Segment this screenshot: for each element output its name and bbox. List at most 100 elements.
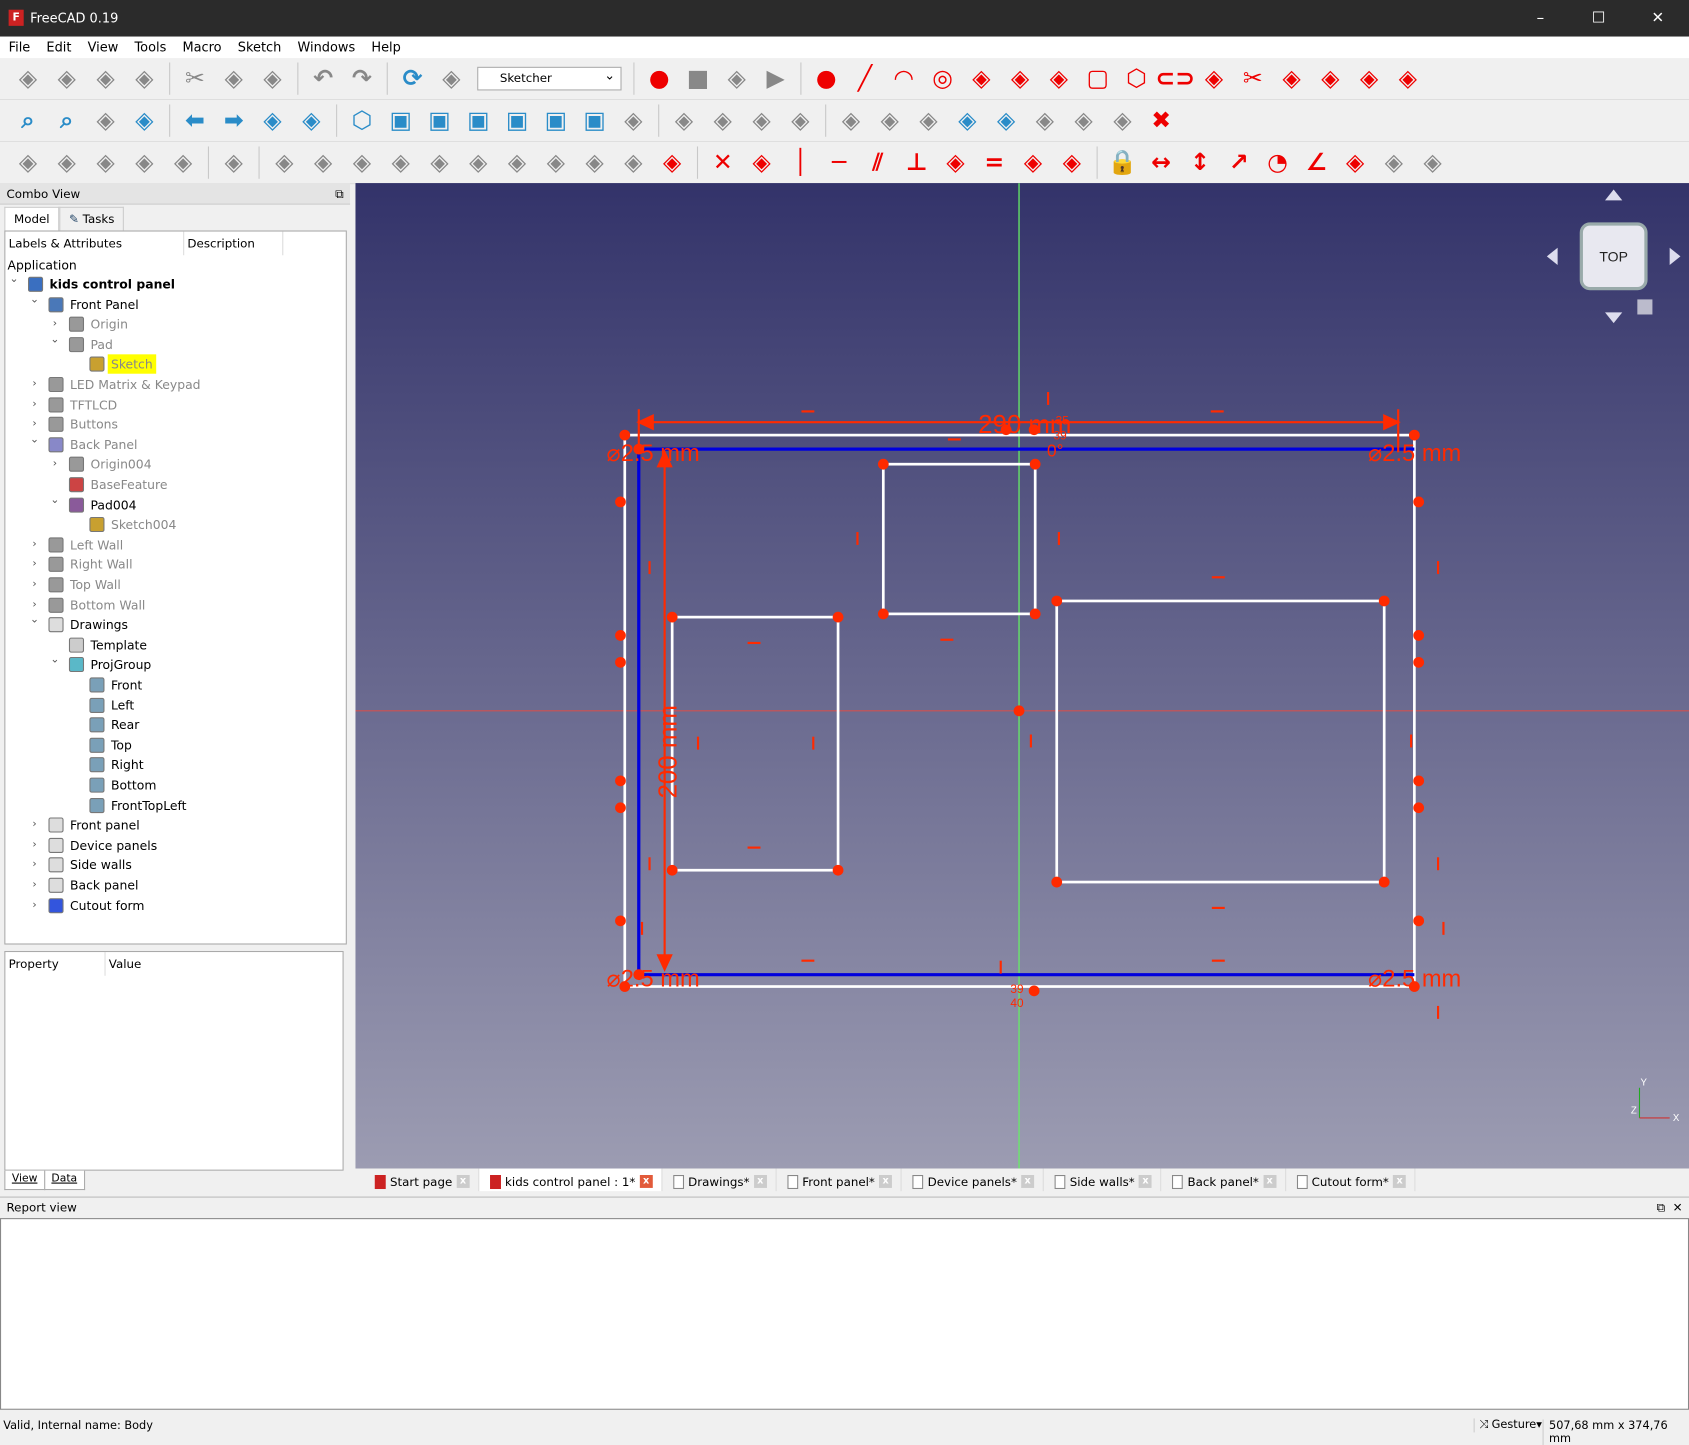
edit-macro-button[interactable]: ◈ [720, 61, 754, 95]
new-sketch-button[interactable]: ◈ [834, 103, 868, 137]
chevron-right-icon[interactable]: › [28, 876, 41, 895]
bottom-view-button[interactable]: ▣ [539, 103, 573, 137]
tab-close-icon[interactable]: x [456, 1175, 470, 1188]
menu-windows[interactable]: Windows [289, 37, 363, 55]
chevron-right-icon[interactable]: › [28, 375, 41, 394]
sketch-slot-button[interactable]: ⊂⊃ [1155, 61, 1195, 95]
close-button[interactable]: ✕ [1633, 6, 1683, 30]
constrain-distance-button[interactable]: ↗ [1222, 145, 1256, 179]
tab-tasks[interactable]: ✎ Tasks [59, 206, 125, 231]
model-tree[interactable]: Labels & Attributes Description Applicat… [4, 230, 347, 945]
tab-close-icon[interactable]: x [639, 1175, 653, 1188]
map-sketch-button[interactable]: ◈ [873, 103, 907, 137]
tree-item[interactable]: › Front panel [5, 815, 339, 834]
tree-item[interactable]: › Left Wall [5, 535, 339, 554]
chevron-right-icon[interactable]: › [28, 395, 41, 414]
document-tab[interactable]: Drawings* x [662, 1168, 777, 1192]
document-tab[interactable]: kids control panel : 1* x [479, 1168, 663, 1192]
rectangular-array-button[interactable]: ◈ [616, 145, 650, 179]
document-tab[interactable]: Cutout form* x [1286, 1168, 1416, 1192]
document-tab[interactable]: Back panel* x [1162, 1168, 1286, 1192]
column-value[interactable]: Value [106, 952, 192, 976]
tree-item[interactable]: ⌄ kids control panel [5, 274, 339, 294]
constrain-h-distance-button[interactable]: ↔ [1144, 145, 1178, 179]
sketch-canvas[interactable]: 290 mm 200 mm ⌀2.5 mm ⌀2.5 mm ⌀2.5 mm ⌀2… [355, 183, 1689, 1169]
select-redundant-button[interactable]: ◈ [306, 145, 340, 179]
redo-button[interactable]: ↷ [345, 61, 379, 95]
constrain-perpendicular-button[interactable]: ⊥ [899, 145, 933, 179]
right-view-button[interactable]: ▣ [461, 103, 495, 137]
save-file-button[interactable]: ◈ [88, 61, 122, 95]
column-property[interactable]: Property [5, 952, 106, 976]
fit-all-button[interactable]: ⌕ [11, 103, 45, 137]
select-conflicting-button[interactable]: ◈ [166, 145, 200, 179]
tree-item[interactable]: › Side walls [5, 856, 339, 875]
3d-viewport[interactable]: 290 mm 200 mm ⌀2.5 mm ⌀2.5 mm ⌀2.5 mm ⌀2… [355, 183, 1689, 1169]
menu-tools[interactable]: Tools [126, 37, 174, 55]
sketch-conic-button[interactable]: ◈ [964, 61, 998, 95]
whats-this-button[interactable]: ◈ [434, 61, 468, 95]
draw-style-button[interactable]: ◈ [88, 103, 122, 137]
chevron-down-icon[interactable]: ⌄ [48, 330, 61, 349]
tree-item[interactable]: ⌄ Front Panel [5, 294, 339, 314]
show-hide-geometry-button[interactable]: ◈ [11, 145, 45, 179]
chevron-right-icon[interactable]: › [28, 575, 41, 594]
tab-data[interactable]: Data [43, 1170, 85, 1191]
menu-sketch[interactable]: Sketch [229, 37, 289, 55]
tree-item[interactable]: › Buttons [5, 415, 339, 434]
tree-item[interactable]: Front [5, 675, 339, 694]
tree-item[interactable]: › Back panel [5, 876, 339, 895]
view-sketch-button[interactable]: ◈ [950, 103, 984, 137]
back-button[interactable]: ⬅ [178, 103, 212, 137]
sketch-trim-button[interactable]: ✂ [1236, 61, 1270, 95]
sketch-bspline-button[interactable]: ◈ [1003, 61, 1037, 95]
isometric-button[interactable]: ⬡ [345, 103, 379, 137]
front-view-button[interactable]: ▣ [383, 103, 417, 137]
nav-style-button[interactable]: ⤨ Gesture▾ [1473, 1418, 1542, 1433]
tree-item[interactable]: Left [5, 695, 339, 714]
tree-item[interactable]: › Top Wall [5, 575, 339, 594]
tree-item[interactable]: › Origin004 [5, 455, 339, 474]
chevron-right-icon[interactable]: › [28, 856, 41, 875]
chevron-down-icon[interactable]: ⌄ [48, 491, 61, 510]
new-file-button[interactable]: ◈ [11, 61, 45, 95]
select-origin-button[interactable]: ◈ [127, 145, 161, 179]
sketch-polyline-button[interactable]: ◈ [1042, 61, 1076, 95]
sketch-fillet-button[interactable]: ◈ [1197, 61, 1231, 95]
maximize-button[interactable]: ☐ [1574, 6, 1624, 30]
delete-constraints-button[interactable]: ◈ [655, 145, 689, 179]
tree-item[interactable]: Sketch004 [5, 515, 339, 534]
symmetric-button[interactable]: ◈ [461, 145, 495, 179]
create-group-button[interactable]: ◈ [706, 103, 740, 137]
constrain-tangent-button[interactable]: ◈ [938, 145, 972, 179]
sketch-construction-button[interactable]: ◈ [1391, 61, 1425, 95]
tree-item[interactable]: › Bottom Wall [5, 595, 339, 614]
tree-item[interactable]: Bottom [5, 775, 339, 794]
toggle-driving-button[interactable]: ◈ [1377, 145, 1411, 179]
tree-item[interactable]: ⌄ Pad [5, 334, 339, 354]
tab-close-icon[interactable]: x [1139, 1175, 1152, 1188]
undo-button[interactable]: ↶ [306, 61, 340, 95]
chevron-right-icon[interactable]: › [28, 815, 41, 834]
tab-close-icon[interactable]: x [879, 1175, 893, 1188]
tree-item[interactable]: › LED Matrix & Keypad [5, 375, 339, 394]
tree-item[interactable]: › TFTLCD [5, 395, 339, 414]
constrain-horizontal-button[interactable]: ─ [822, 145, 856, 179]
constrain-lock-button[interactable]: 🔒 [1105, 145, 1139, 179]
sketch-circle-button[interactable]: ◎ [925, 61, 959, 95]
select-elements-button[interactable]: ◈ [50, 145, 84, 179]
document-tab[interactable]: Side walls* x [1044, 1168, 1162, 1192]
forward-button[interactable]: ➡ [217, 103, 251, 137]
menu-help[interactable]: Help [363, 37, 409, 55]
constrain-point-on-object-button[interactable]: ◈ [744, 145, 778, 179]
toggle-active-button[interactable]: ◈ [1415, 145, 1449, 179]
create-part-button[interactable]: ◈ [667, 103, 701, 137]
tab-model[interactable]: Model [4, 206, 60, 231]
tree-item[interactable]: › Cutout form [5, 896, 339, 915]
constrain-snell-button[interactable]: ◈ [1338, 145, 1372, 179]
select-constraints-button[interactable]: ◈ [88, 145, 122, 179]
tree-item[interactable]: ⌄ ProjGroup [5, 654, 339, 674]
tab-close-icon[interactable]: x [1263, 1175, 1277, 1188]
tree-item[interactable]: Top [5, 735, 339, 754]
tree-item[interactable]: ⌄ Pad004 [5, 494, 339, 514]
